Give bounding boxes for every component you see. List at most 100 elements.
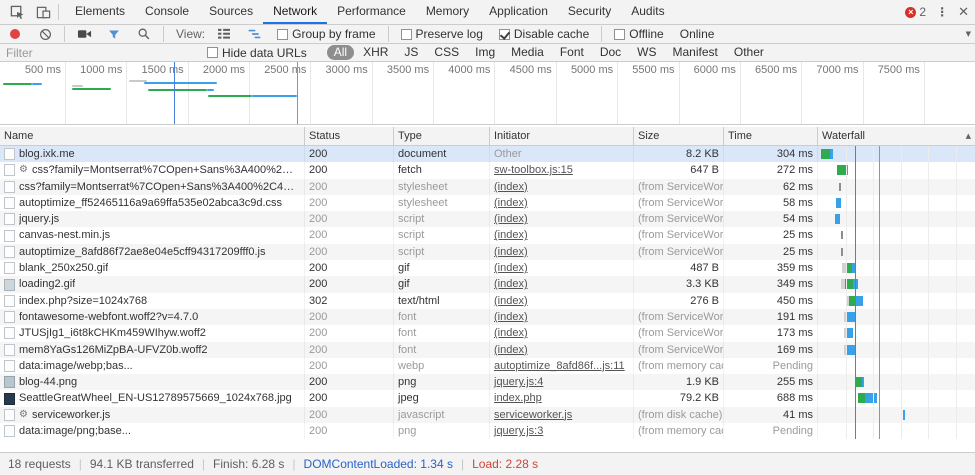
initiator-cell: index.php [490, 390, 634, 406]
table-row[interactable]: data:image/png;base...200pngjquery.js:3(… [0, 423, 975, 439]
close-icon[interactable]: ✕ [958, 4, 969, 20]
initiator-cell: (index) [490, 260, 634, 276]
table-row[interactable]: loading2.gif200gif(index)3.3 KB349 ms [0, 276, 975, 292]
column-header-time[interactable]: Time [724, 127, 818, 145]
table-row[interactable]: blog-44.png200pngjquery.js:41.9 KB255 ms [0, 374, 975, 390]
waterfall-bar-tick [839, 183, 841, 191]
column-header-waterfall[interactable]: Waterfall ▲ [818, 127, 975, 145]
filter-type-css[interactable]: CSS [427, 45, 466, 60]
filter-type-manifest[interactable]: Manifest [666, 45, 725, 60]
table-row[interactable]: data:image/webp;bas...200webpautoptimize… [0, 358, 975, 374]
overview-gridline [924, 62, 925, 124]
tab-console[interactable]: Console [135, 0, 199, 24]
overview-tick-label: 2000 ms [187, 64, 245, 76]
initiator-link[interactable]: jquery.js:4 [494, 376, 543, 388]
search-icon[interactable] [131, 23, 157, 45]
offline-checkbox[interactable]: Offline [614, 27, 663, 41]
table-row[interactable]: index.php?size=1024x768302text/html(inde… [0, 293, 975, 309]
disable-cache-checkbox[interactable]: Disable cache [499, 27, 589, 41]
overview-tick-label: 3500 ms [371, 64, 429, 76]
filter-type-media[interactable]: Media [504, 45, 551, 60]
column-header-name[interactable]: Name [0, 127, 305, 145]
filter-type-all[interactable]: All [327, 45, 354, 60]
initiator-link[interactable]: autoptimize_8afd86f...js:11 [494, 360, 625, 372]
initiator-link[interactable]: (index) [494, 311, 528, 323]
capture-screenshots-icon[interactable] [71, 23, 97, 45]
table-row[interactable]: ⚙css?family=Montserrat%7COpen+Sans%3A400… [0, 162, 975, 178]
table-row[interactable]: JTUSjIg1_i6t8kCHKm459WIhyw.woff2200font(… [0, 325, 975, 341]
initiator-link[interactable]: (index) [494, 278, 528, 290]
initiator-link[interactable]: (index) [494, 262, 528, 274]
network-overview-timeline[interactable]: 500 ms1000 ms1500 ms2000 ms2500 ms3000 m… [0, 62, 975, 125]
initiator-cell: (index) [490, 195, 634, 211]
initiator-link[interactable]: (index) [494, 213, 528, 225]
table-row[interactable]: autoptimize_8afd86f72ae8e04e5cff94317209… [0, 244, 975, 260]
console-error-badge[interactable]: × 2 [905, 5, 926, 19]
table-row[interactable]: mem8YaGs126MiZpBA-UFVZ0b.woff2200font(in… [0, 342, 975, 358]
column-header-size[interactable]: Size [634, 127, 724, 145]
initiator-link[interactable]: (index) [494, 246, 528, 258]
initiator-link[interactable]: (index) [494, 181, 528, 193]
filter-type-doc[interactable]: Doc [593, 45, 628, 60]
device-toolbar-icon[interactable] [30, 1, 56, 23]
table-row[interactable]: blank_250x250.gif200gif(index)487 B359 m… [0, 260, 975, 276]
initiator-link[interactable]: index.php [494, 392, 542, 404]
table-row[interactable]: ⚙serviceworker.js200javascriptservicewor… [0, 407, 975, 423]
tab-elements[interactable]: Elements [65, 0, 135, 24]
column-header-status[interactable]: Status [305, 127, 394, 145]
tab-memory[interactable]: Memory [416, 0, 479, 24]
chevron-down-icon[interactable]: ▼ [966, 30, 971, 38]
initiator-link[interactable]: jquery.js:3 [494, 425, 543, 437]
request-name-cell: autoptimize_ff52465116a9a69ffa535e02abca… [0, 195, 305, 211]
clear-button[interactable] [32, 23, 58, 45]
waterfall-bar-blue [835, 214, 840, 224]
table-row[interactable]: blog.ixk.me200documentOther8.2 KB304 ms [0, 146, 975, 162]
table-row[interactable]: fontawesome-webfont.woff2?v=4.7.0200font… [0, 309, 975, 325]
time-cell: 688 ms [724, 390, 818, 406]
table-row[interactable]: jquery.js200script(index)(from ServiceWo… [0, 211, 975, 227]
initiator-link[interactable]: (index) [494, 295, 528, 307]
waterfall-bar-green [821, 149, 830, 159]
table-row[interactable]: SeattleGreatWheel_EN-US12789575669_1024x… [0, 390, 975, 406]
filter-type-other[interactable]: Other [727, 45, 771, 60]
initiator-link[interactable]: sw-toolbox.js:15 [494, 164, 573, 176]
filter-type-ws[interactable]: WS [630, 45, 663, 60]
filter-icon[interactable] [101, 23, 127, 45]
initiator-link[interactable]: (index) [494, 327, 528, 339]
overview-request-bar [72, 85, 83, 87]
tab-audits[interactable]: Audits [621, 0, 674, 24]
table-row[interactable]: css?family=Montserrat%7COpen+Sans%3A400%… [0, 179, 975, 195]
file-icon [4, 246, 15, 258]
throttling-dropdown[interactable]: Online [680, 27, 715, 41]
initiator-link[interactable]: (index) [494, 197, 528, 209]
initiator-link[interactable]: (index) [494, 344, 528, 356]
preserve-log-checkbox[interactable]: Preserve log [401, 27, 483, 41]
more-options-icon[interactable]: ⋮ [936, 5, 948, 19]
tab-network[interactable]: Network [263, 0, 327, 24]
initiator-link[interactable]: (index) [494, 229, 528, 241]
table-row[interactable]: autoptimize_ff52465116a9a69ffa535e02abca… [0, 195, 975, 211]
overview-tick-label: 6000 ms [678, 64, 736, 76]
filter-input[interactable] [6, 46, 201, 60]
filter-type-xhr[interactable]: XHR [356, 45, 395, 60]
tab-performance[interactable]: Performance [327, 0, 416, 24]
tab-application[interactable]: Application [479, 0, 558, 24]
hide-data-urls-checkbox[interactable]: Hide data URLs [207, 46, 307, 60]
initiator-link[interactable]: serviceworker.js [494, 409, 572, 421]
domcontentloaded-line [855, 146, 856, 439]
status-cell: 200 [305, 358, 394, 374]
inspect-element-icon[interactable] [4, 1, 30, 23]
record-button[interactable] [10, 29, 20, 39]
column-header-initiator[interactable]: Initiator [490, 127, 634, 145]
waterfall-view-icon[interactable] [241, 23, 267, 45]
filter-type-font[interactable]: Font [553, 45, 591, 60]
column-header-type[interactable]: Type [394, 127, 490, 145]
filter-type-img[interactable]: Img [468, 45, 502, 60]
group-by-frame-checkbox[interactable]: Group by frame [277, 27, 375, 41]
overview-request-bar [32, 83, 42, 85]
table-row[interactable]: canvas-nest.min.js200script(index)(from … [0, 227, 975, 243]
list-view-icon[interactable] [211, 23, 237, 45]
tab-sources[interactable]: Sources [199, 0, 263, 24]
tab-security[interactable]: Security [558, 0, 621, 24]
filter-type-js[interactable]: JS [397, 45, 425, 60]
